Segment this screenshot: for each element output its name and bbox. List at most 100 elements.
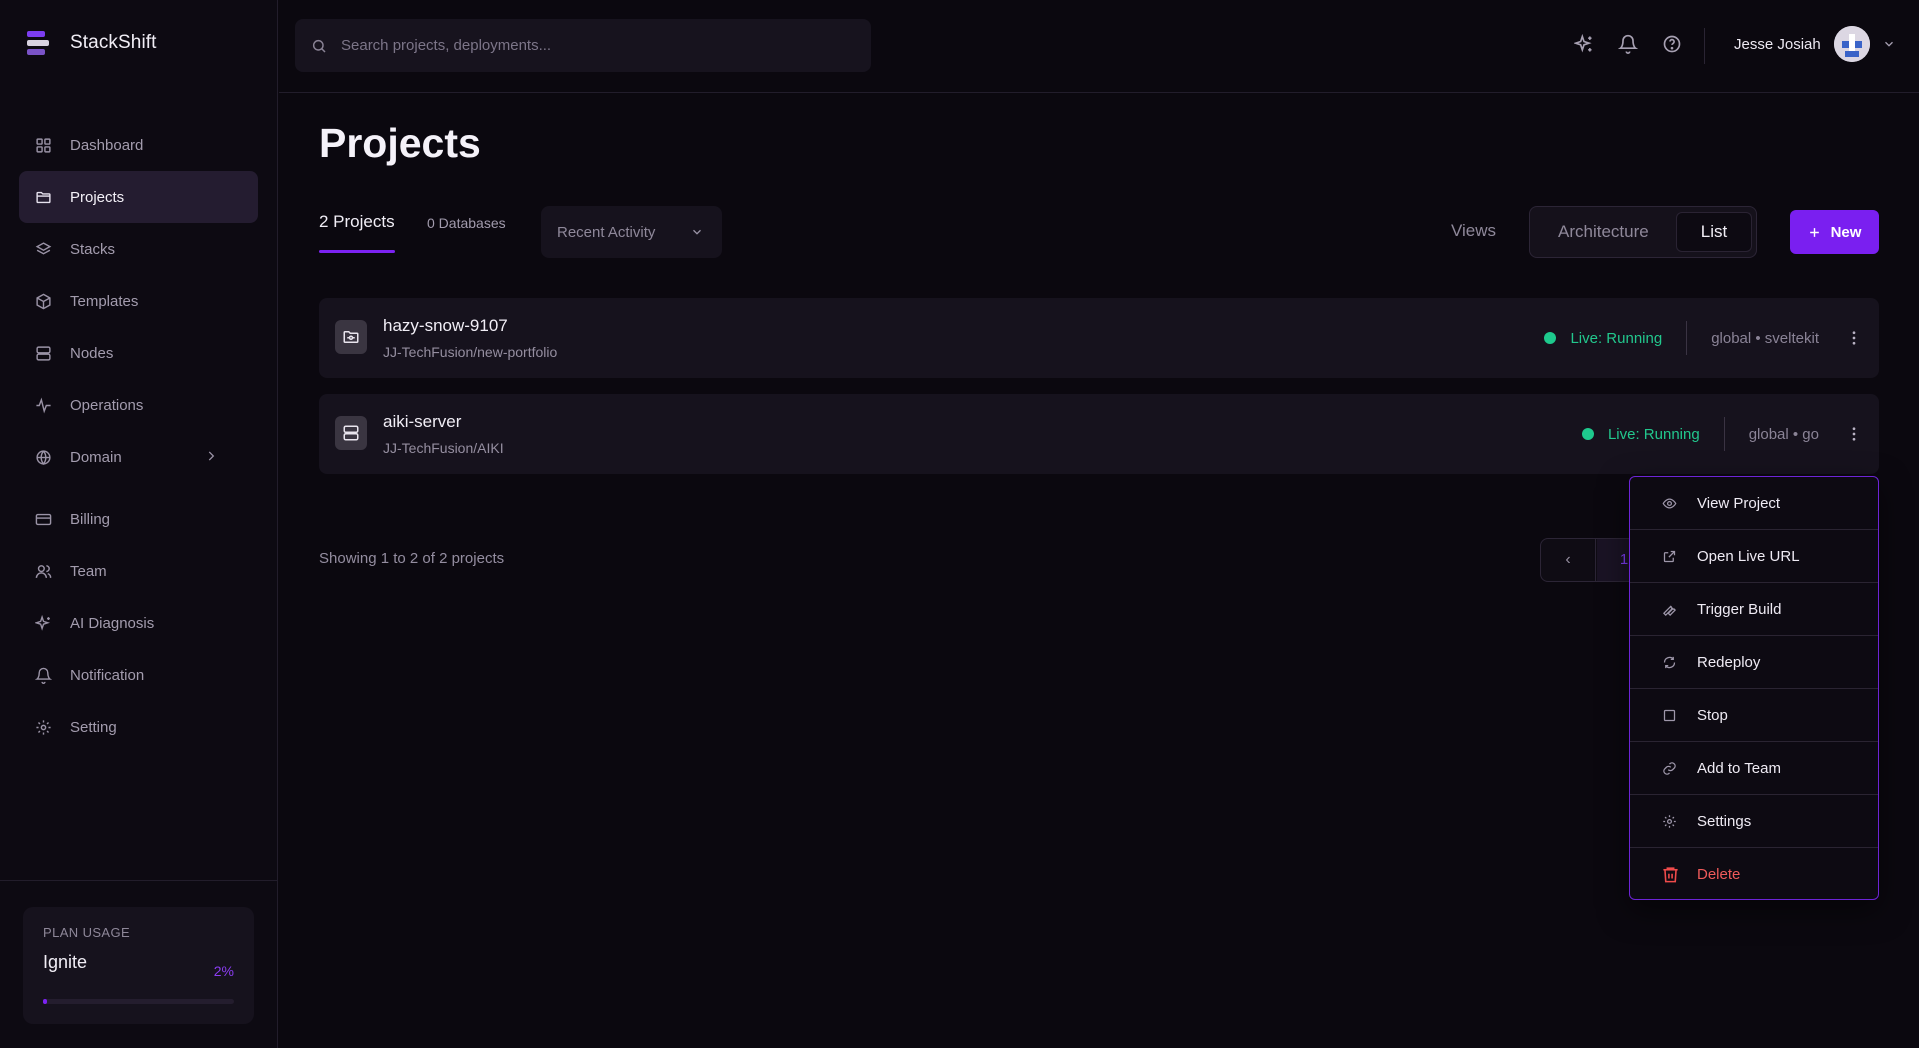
menu-item-redeploy[interactable]: Redeploy [1630,636,1878,689]
more-vertical-icon[interactable] [1845,425,1863,443]
project-name[interactable]: hazy-snow-9107 [383,316,508,336]
page-title: Projects [319,120,481,166]
sidebar-divider [0,880,278,881]
sidebar-item-ai-diagnosis[interactable]: AI Diagnosis [19,597,258,649]
search-input[interactable] [341,37,841,54]
status-dot [1581,428,1594,440]
wrench-icon [1662,602,1677,617]
view-architecture-button[interactable]: Architecture [1558,222,1649,242]
chevron-down-icon [1882,37,1896,51]
sidebar-item-nodes[interactable]: Nodes [19,327,258,379]
avatar [1833,26,1870,62]
plus-icon [1808,226,1821,239]
more-vertical-icon[interactable] [1845,329,1863,347]
activity-icon [35,396,52,414]
project-card[interactable]: hazy-snow-9107 JJ-TechFusion/new-portfol… [319,298,1879,378]
menu-item-settings[interactable]: Settings [1630,795,1878,848]
menu-item-label: Delete [1697,866,1741,883]
brand[interactable]: StackShift [24,28,157,58]
project-meta: Live: Running global • go [1581,394,1879,474]
sidebar: StackShift Dashboard Projects Stacks Tem… [0,0,278,1048]
divider [1723,417,1725,451]
menu-item-label: Trigger Build [1697,600,1782,618]
sidebar-item-billing[interactable]: Billing [19,493,258,545]
folder-icon [35,189,52,206]
menu-item-open-live-url[interactable]: Open Live URL [1630,530,1878,583]
status-dot [1544,332,1557,344]
menu-item-add-to-team[interactable]: Add to Team [1630,742,1878,795]
project-region-framework: global • sveltekit [1711,329,1819,347]
menu-item-label: Settings [1697,812,1752,830]
sparkles-icon [35,614,52,632]
menu-item-stop[interactable]: Stop [1630,689,1878,742]
app-name: StackShift [70,32,157,53]
square-icon [1662,708,1677,723]
plan-usage-label: PLAN USAGE [43,925,131,940]
bell-icon[interactable] [1618,34,1638,54]
stackshift-logo-icon [24,28,54,58]
user-name: Jesse Josiah [1734,35,1821,53]
sidebar-item-domain[interactable]: Domain [19,431,258,483]
active-tab-indicator [319,250,395,253]
status-badge: Live: Running [1570,329,1663,347]
sort-selected-value: Recent Activity [557,223,656,241]
sidebar-item-label: Nodes [70,344,114,362]
plan-usage-bar [43,999,234,1004]
box-icon [35,293,52,310]
eye-icon [1662,496,1677,511]
sort-dropdown[interactable]: Recent Activity [541,206,722,258]
status-badge: Live: Running [1607,425,1700,443]
external-link-icon [1662,549,1677,564]
pagination-summary: Showing 1 to 2 of 2 projects [319,550,505,567]
divider [1686,321,1688,355]
sidebar-item-notification[interactable]: Notification [19,649,258,701]
view-list-button[interactable]: List [1676,212,1752,252]
sidebar-nav: Dashboard Projects Stacks Templates Node… [19,119,258,753]
sidebar-item-setting[interactable]: Setting [19,701,258,753]
help-icon[interactable] [1662,34,1682,54]
sidebar-item-dashboard[interactable]: Dashboard [19,119,258,171]
server-icon [342,424,360,442]
top-actions [1574,34,1682,54]
sidebar-item-label: Templates [70,292,139,310]
menu-item-delete[interactable]: Delete [1630,848,1878,899]
menu-item-label: Add to Team [1697,759,1781,777]
tab-projects[interactable]: 2 Projects [319,212,395,232]
sidebar-item-label: Billing [70,510,111,528]
plan-name: Ignite [43,952,88,972]
sidebar-item-team[interactable]: Team [19,545,258,597]
menu-item-label: Open Live URL [1697,547,1800,565]
project-region-framework: global • go [1748,425,1819,443]
sidebar-item-label: Setting [70,718,117,736]
sidebar-item-label: Dashboard [70,136,144,154]
gear-icon [35,719,52,736]
plan-usage-card: PLAN USAGE Ignite 2% [23,907,254,1024]
plan-usage-bar-fill [43,999,47,1004]
project-card[interactable]: aiki-server JJ-TechFusion/AIKI Live: Run… [319,394,1879,474]
new-project-button[interactable]: New [1790,210,1879,254]
project-name[interactable]: aiki-server [383,412,461,432]
menu-item-trigger-build[interactable]: Trigger Build [1630,583,1878,636]
sidebar-item-operations[interactable]: Operations [19,379,258,431]
project-meta: Live: Running global • sveltekit [1544,298,1879,378]
pagination-prev-button[interactable]: ‹ [1541,539,1596,581]
search-box[interactable] [295,19,871,72]
sidebar-item-stacks[interactable]: Stacks [19,223,258,275]
chevron-right-icon [204,449,218,463]
project-icon [335,320,367,354]
gear-icon [1662,814,1677,829]
refresh-icon [1662,655,1677,670]
bell-icon [35,667,52,684]
server-icon [35,345,52,362]
sidebar-item-label: AI Diagnosis [70,614,155,632]
sidebar-item-projects[interactable]: Projects [19,171,258,223]
sidebar-item-label: Domain [70,448,122,466]
grid-icon [35,137,52,154]
user-menu[interactable]: Jesse Josiah [1734,26,1896,62]
topbar-divider [1704,28,1705,64]
sparkles-icon[interactable] [1574,34,1594,54]
tab-databases[interactable]: 0 Databases [427,215,506,231]
views-label: Views [1451,221,1497,240]
menu-item-view-project[interactable]: View Project [1630,477,1878,530]
sidebar-item-templates[interactable]: Templates [19,275,258,327]
